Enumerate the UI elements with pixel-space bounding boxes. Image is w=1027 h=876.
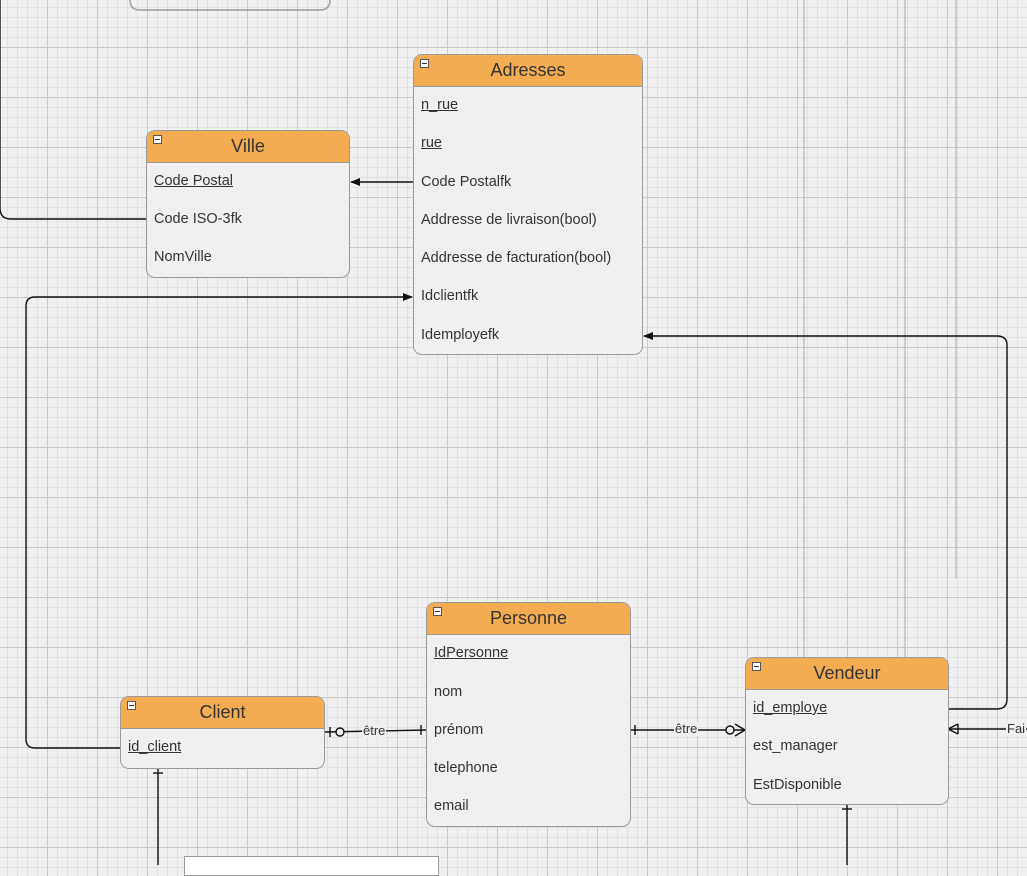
- collapse-icon[interactable]: [420, 59, 429, 68]
- collapse-icon[interactable]: [153, 135, 162, 144]
- entity-header[interactable]: Vendeur: [746, 658, 948, 690]
- edge-label-vendeur-right[interactable]: Fai: [1006, 722, 1027, 736]
- entity-header[interactable]: Ville: [147, 131, 349, 163]
- attribute-idemployefk[interactable]: Idemployefk: [421, 326, 499, 344]
- collapse-icon[interactable]: [127, 701, 136, 710]
- attribute-est-manager[interactable]: est_manager: [753, 737, 838, 755]
- entity-title: Client: [199, 702, 246, 722]
- entity-adresses[interactable]: Adresses n_rue rue Code Postalfk Address…: [413, 54, 643, 355]
- attribute-code-iso[interactable]: Code ISO-3fk: [154, 210, 242, 228]
- edge-label-client-personne[interactable]: être: [362, 724, 387, 738]
- connector-ville-iso[interactable]: [0, 0, 146, 220]
- connector-vendeur-adresses[interactable]: [643, 332, 1008, 710]
- entity-personne[interactable]: Personne IdPersonne nom prénom telephone…: [426, 602, 631, 827]
- entity-ville[interactable]: Ville Code Postal Code ISO-3fk NomVille: [146, 130, 350, 278]
- edge-label-personne-vendeur[interactable]: être: [674, 722, 699, 736]
- attribute-id-employe[interactable]: id_employe: [753, 699, 827, 717]
- attribute-nomville[interactable]: NomVille: [154, 248, 212, 266]
- entity-header[interactable]: Client: [121, 697, 324, 729]
- attribute-idclientfk[interactable]: Idclientfk: [421, 287, 478, 305]
- entity-header[interactable]: Personne: [427, 603, 630, 635]
- attribute-estdisponible[interactable]: EstDisponible: [753, 776, 842, 794]
- entity-title: Ville: [231, 136, 265, 156]
- attribute-prenom[interactable]: prénom: [434, 721, 483, 739]
- attribute-idpersonne[interactable]: IdPersonne: [434, 644, 508, 662]
- entity-title: Adresses: [490, 60, 566, 80]
- attribute-addresse-facturation[interactable]: Addresse de facturation(bool): [421, 249, 611, 267]
- attribute-email[interactable]: email: [434, 797, 469, 815]
- connector-client-adresses[interactable]: [25, 293, 413, 749]
- entity-client[interactable]: Client id_client: [120, 696, 325, 769]
- entity-title: Vendeur: [813, 663, 881, 683]
- entity-header[interactable]: Adresses: [414, 55, 642, 87]
- attribute-code-postalfk[interactable]: Code Postalfk: [421, 173, 511, 191]
- attribute-code-postal[interactable]: Code Postal: [154, 172, 233, 190]
- attribute-rue[interactable]: rue: [421, 134, 442, 152]
- entity-title: Personne: [489, 608, 568, 628]
- attribute-nom[interactable]: nom: [434, 683, 462, 701]
- partial-entity-bottom: [184, 856, 439, 876]
- collapse-icon[interactable]: [752, 662, 761, 671]
- attribute-id-client[interactable]: id_client: [128, 738, 181, 756]
- attribute-addresse-livraison[interactable]: Addresse de livraison(bool): [421, 211, 597, 229]
- attribute-telephone[interactable]: telephone: [434, 759, 498, 777]
- top-box-edge: [129, 0, 331, 11]
- attribute-n-rue[interactable]: n_rue: [421, 96, 458, 114]
- entity-vendeur[interactable]: Vendeur id_employe est_manager EstDispon…: [745, 657, 949, 805]
- collapse-icon[interactable]: [433, 607, 442, 616]
